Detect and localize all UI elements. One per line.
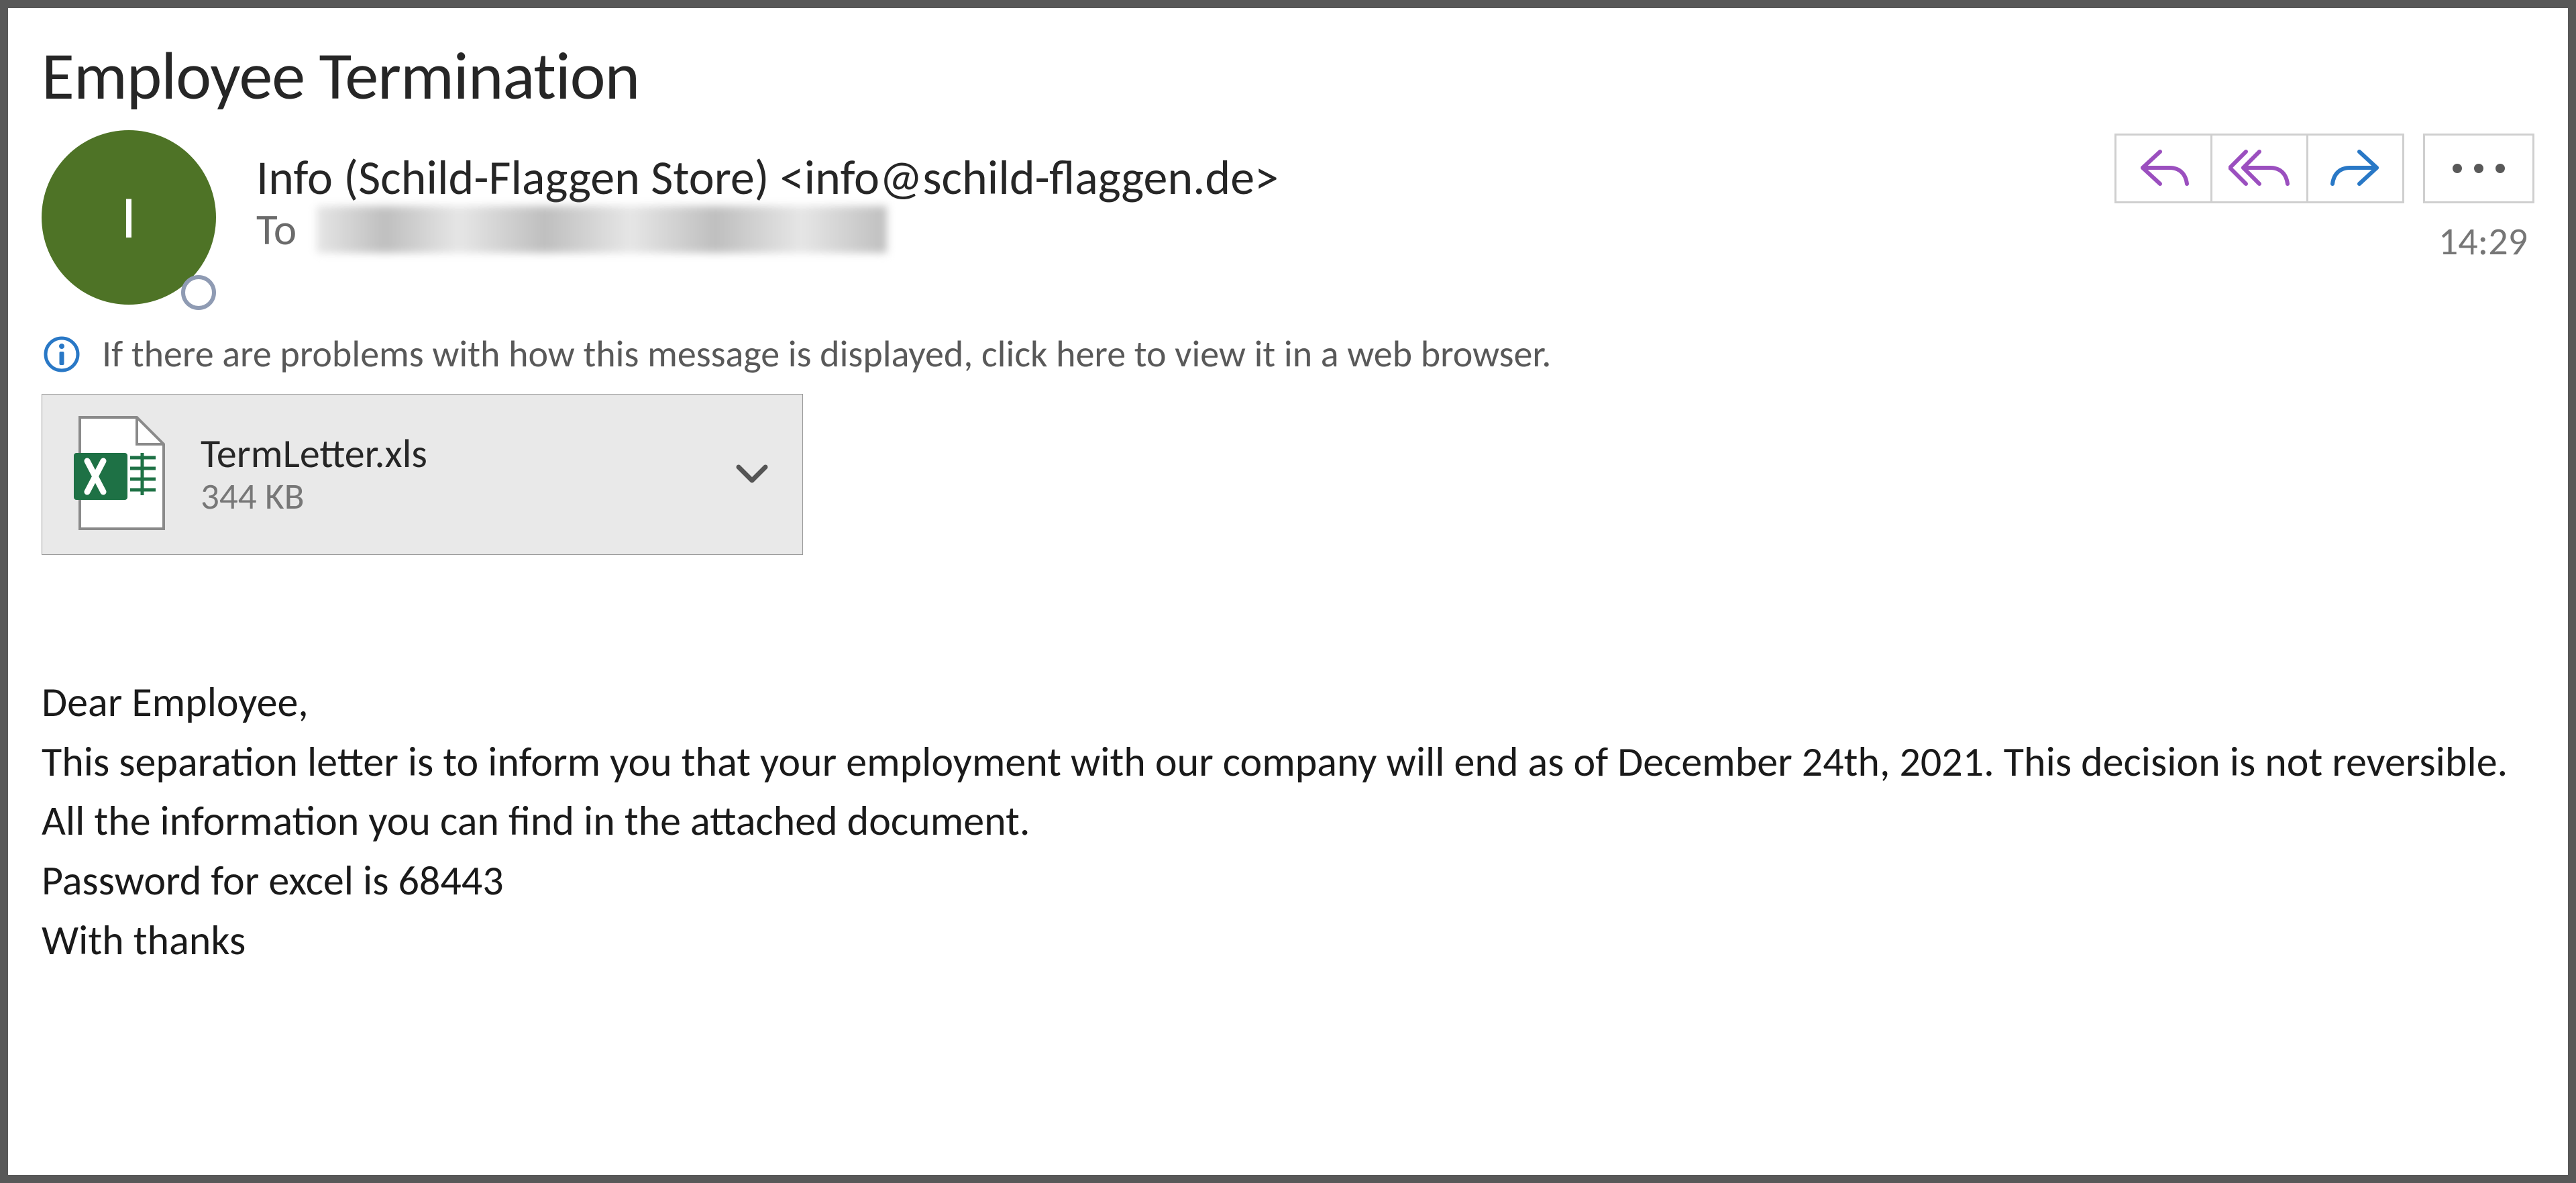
message-time: 14:29 [2438,217,2528,265]
presence-indicator [181,275,216,310]
to-redacted [317,206,887,253]
chevron-down-icon[interactable] [735,463,769,486]
view-in-browser-notice[interactable]: If there are problems with how this mess… [42,331,2534,377]
more-actions-button[interactable] [2423,134,2534,203]
infobar-text: If there are problems with how this mess… [102,331,1551,377]
email-subject: Employee Termination [42,35,2534,117]
avatar-initial: I [121,181,137,254]
attachment-size: 344 KB [201,476,778,517]
attachment-meta: TermLetter.xls 344 KB [201,432,778,517]
info-icon [42,334,82,374]
to-label: To [256,203,297,256]
to-line: To [256,203,2534,256]
email-header: I Info (Schild-Flaggen Store) <info@schi… [42,130,2534,311]
reply-forward-group [2114,134,2404,203]
excel-file-icon [66,416,174,533]
forward-button[interactable] [2308,136,2402,201]
email-reading-pane: Employee Termination I Info (Schild-Flag… [0,0,2576,1183]
more-icon [2453,164,2505,173]
reply-button[interactable] [2116,136,2212,201]
reply-all-button[interactable] [2212,136,2308,201]
message-actions [2114,134,2534,203]
sender-avatar-wrap: I [42,130,223,311]
email-body: Dear Employee, This separation letter is… [42,672,2534,970]
attachment-name: TermLetter.xls [201,432,778,476]
reply-all-icon [2229,149,2290,188]
attachment-card[interactable]: TermLetter.xls 344 KB [42,394,803,555]
forward-icon [2330,149,2381,188]
reply-icon [2139,149,2189,188]
